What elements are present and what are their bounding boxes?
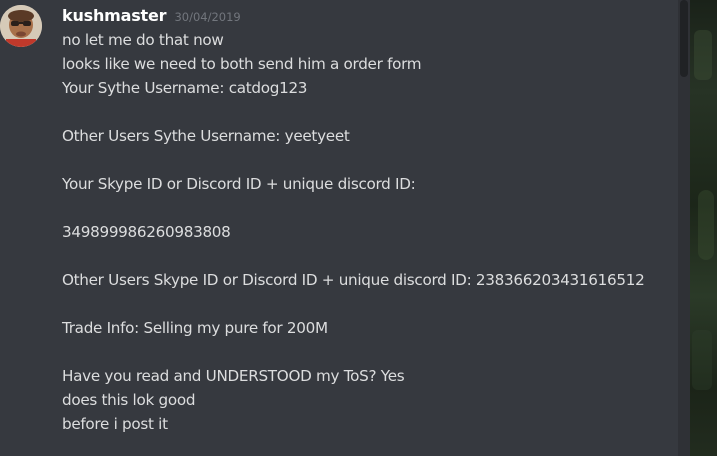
message-line: Other Users Skype ID or Discord ID + uni…	[62, 271, 645, 289]
message-line	[62, 100, 682, 124]
background-texture	[692, 330, 712, 390]
username[interactable]: kushmaster	[62, 6, 167, 25]
background-panel	[690, 0, 717, 456]
message-line: before i post it	[62, 415, 168, 433]
background-texture	[694, 30, 712, 80]
message-line: Your Sythe Username: catdog123	[62, 79, 308, 97]
message-line	[62, 148, 682, 172]
message-header: kushmaster 30/04/2019	[62, 6, 241, 25]
message-line: looks like we need to both send him a or…	[62, 55, 422, 73]
message-line	[62, 244, 682, 268]
background-texture	[698, 190, 714, 260]
message-line: Have you read and UNDERSTOOD my ToS? Yes	[62, 367, 405, 385]
message-line: 349899986260983808	[62, 223, 231, 241]
timestamp: 30/04/2019	[174, 10, 241, 24]
message-line	[62, 292, 682, 316]
scrollbar-thumb[interactable]	[680, 0, 688, 77]
chat-area: kushmaster 30/04/2019 no let me do that …	[0, 0, 690, 456]
message-line: Your Skype ID or Discord ID + unique dis…	[62, 175, 416, 193]
message-content: no let me do that now looks like we need…	[62, 28, 682, 436]
message-line	[62, 340, 682, 364]
message-line: does this lok good	[62, 391, 196, 409]
message-line: Trade Info: Selling my pure for 200M	[62, 319, 328, 337]
avatar-image	[0, 5, 42, 47]
message-line: no let me do that now	[62, 31, 224, 49]
discord-window: kushmaster 30/04/2019 no let me do that …	[0, 0, 717, 456]
avatar[interactable]	[0, 5, 42, 47]
message-line: Other Users Sythe Username: yeetyeet	[62, 127, 350, 145]
message-line	[62, 196, 682, 220]
